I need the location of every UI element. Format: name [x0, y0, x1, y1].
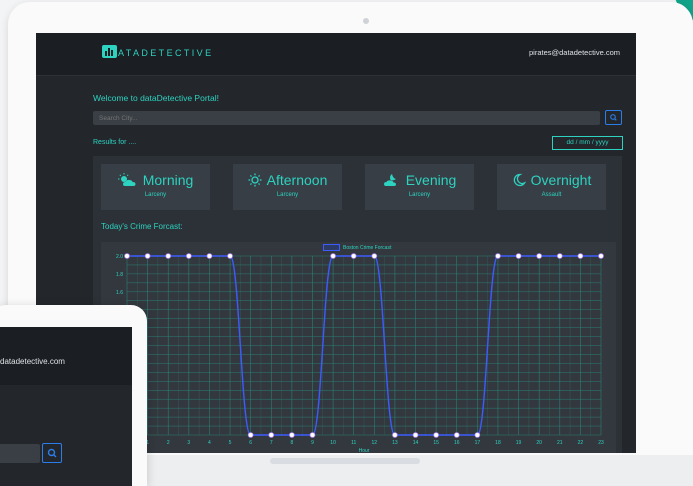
- data-point: [433, 432, 439, 438]
- data-point: [474, 432, 481, 438]
- x-tick-label: 18: [495, 440, 501, 446]
- x-tick-label: 15: [433, 440, 439, 446]
- x-tick-label: 21: [557, 440, 563, 446]
- welcome-heading: Welcome to dataDetective Portal!: [93, 93, 219, 103]
- x-tick-label: 22: [578, 440, 584, 446]
- secondary-device: datadetective.com: [0, 305, 147, 486]
- y-tick-label: 1.6: [116, 290, 123, 296]
- data-point: [268, 432, 275, 438]
- chart-svg: 2.01.81.61.40123456789101112131415161718…: [116, 253, 604, 453]
- cloud-sun-icon: [117, 173, 136, 186]
- data-point: [577, 253, 584, 259]
- x-tick-label: 3: [187, 440, 190, 446]
- x-tick-label: 20: [536, 440, 542, 446]
- search-icon: [47, 448, 57, 458]
- data-point: [392, 432, 398, 438]
- y-tick-label: 1.8: [116, 272, 123, 278]
- x-tick-label: 4: [208, 440, 211, 446]
- data-point: [124, 253, 130, 259]
- legend-label: Boston Crime Forcast: [343, 244, 392, 251]
- x-tick-label: 19: [516, 440, 522, 446]
- card-crime: Larceny: [408, 192, 431, 198]
- x-tick-label: 7: [270, 440, 273, 446]
- data-point: [330, 253, 336, 259]
- y-tick-label: 2.0: [116, 254, 123, 260]
- secondary-user-email[interactable]: datadetective.com: [0, 357, 65, 366]
- x-tick-label: 11: [351, 440, 356, 446]
- data-point: [289, 432, 295, 438]
- secondary-screen: datadetective.com: [0, 327, 132, 486]
- brand-name[interactable]: ATADETECTIVE: [118, 48, 213, 58]
- x-tick-label: 8: [290, 440, 293, 446]
- search-input[interactable]: [93, 111, 600, 125]
- results-label: Results for ....: [93, 139, 137, 146]
- legend-swatch: [323, 244, 340, 251]
- card-crime: Assault: [541, 192, 562, 198]
- data-point: [556, 253, 563, 259]
- data-point: [227, 253, 233, 259]
- data-point: [371, 253, 378, 259]
- x-tick-label: 23: [598, 440, 604, 446]
- x-tick-label: 17: [475, 440, 481, 446]
- crime-forecast-chart: Boston Crime Forcast 2.01.81.61.40123456…: [101, 242, 616, 453]
- data-point: [453, 432, 460, 438]
- data-point: [247, 432, 254, 438]
- camera-dot: [363, 18, 369, 24]
- forecast-title: Today's Crime Forcast:: [101, 222, 183, 231]
- logo-icon: [102, 45, 117, 58]
- secondary-search-button[interactable]: [42, 443, 62, 463]
- chart-legend[interactable]: Boston Crime Forcast: [323, 244, 391, 251]
- card-morning[interactable]: Morning Larceny: [101, 164, 210, 210]
- card-crime: Larceny: [144, 192, 167, 198]
- card-evening[interactable]: Evening Larceny: [365, 164, 474, 210]
- data-point: [186, 253, 192, 259]
- data-point: [309, 432, 316, 438]
- user-email[interactable]: pirates@datadetective.com: [529, 48, 620, 57]
- card-title: Overnight: [530, 172, 592, 188]
- forecast-panel: Morning Larceny Afternoon Larceny Evenin…: [93, 156, 622, 453]
- x-tick-label: 6: [249, 440, 252, 446]
- card-title: Evening: [405, 172, 457, 188]
- data-point: [165, 253, 172, 259]
- x-tick-label: 2: [167, 440, 170, 446]
- x-tick-label: 5: [229, 440, 232, 446]
- search-button[interactable]: [605, 110, 622, 125]
- secondary-search-input[interactable]: [0, 444, 40, 463]
- x-tick-label: 10: [330, 440, 336, 446]
- data-point: [515, 253, 522, 259]
- card-afternoon[interactable]: Afternoon Larceny: [233, 164, 342, 210]
- secondary-navbar: datadetective.com: [0, 327, 132, 385]
- x-tick-label: 13: [392, 440, 398, 446]
- data-point: [495, 253, 501, 259]
- search-icon: [610, 114, 617, 121]
- sunset-cloud-icon: [383, 174, 396, 186]
- laptop-hinge: [270, 458, 420, 464]
- x-tick-label: 14: [413, 440, 419, 446]
- sun-icon: [248, 173, 262, 187]
- x-tick-label: 12: [372, 440, 378, 446]
- data-point: [144, 253, 151, 259]
- data-point: [206, 253, 213, 259]
- card-title: Afternoon: [266, 172, 328, 188]
- top-navbar: ATADETECTIVE pirates@datadetective.com: [36, 33, 636, 76]
- card-crime: Larceny: [276, 192, 299, 198]
- data-point: [536, 253, 542, 259]
- card-overnight[interactable]: Overnight Assault: [497, 164, 606, 210]
- x-tick-label: 9: [311, 440, 314, 446]
- x-axis-label: Hour: [359, 448, 370, 453]
- data-point: [350, 253, 357, 259]
- data-point: [412, 432, 419, 438]
- data-point: [598, 253, 604, 259]
- card-title: Morning: [142, 172, 194, 188]
- moon-icon: [513, 173, 526, 187]
- date-input[interactable]: dd / mm / yyyy: [552, 136, 623, 150]
- x-tick-label: 16: [454, 440, 460, 446]
